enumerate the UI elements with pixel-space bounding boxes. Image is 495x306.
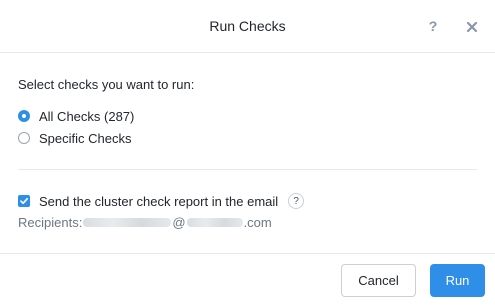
checks-prompt: Select checks you want to run: [18, 77, 195, 92]
run-checks-dialog: Run Checks ? Select checks you want to r… [0, 0, 495, 306]
radio-button-selected[interactable] [18, 110, 30, 122]
radio-specific-checks[interactable]: Specific Checks [18, 129, 131, 147]
close-button[interactable] [465, 20, 479, 34]
help-button[interactable]: ? [426, 18, 440, 34]
email-domain-suffix: .com [243, 215, 272, 230]
cancel-button[interactable]: Cancel [341, 264, 416, 297]
close-icon [466, 21, 478, 33]
radio-label-all-checks: All Checks (287) [39, 108, 135, 124]
email-info-button[interactable]: ? [288, 193, 305, 209]
dialog-title: Run Checks [209, 18, 286, 34]
radio-label-specific-checks: Specific Checks [39, 130, 132, 146]
section-divider [18, 169, 477, 170]
email-at-sign: @ [172, 215, 186, 230]
dialog-header: Run Checks ? [0, 0, 495, 53]
recipients-label: Recipients: [18, 215, 83, 230]
email-report-label[interactable]: Send the cluster check report in the ema… [39, 194, 278, 209]
recipients-line: Recipients: @ .com [18, 215, 272, 230]
checkmark-icon [20, 197, 29, 205]
redacted-email-domain [186, 218, 243, 227]
run-button[interactable]: Run [430, 264, 485, 297]
radio-all-checks[interactable]: All Checks (287) [18, 107, 134, 125]
redacted-email-user [83, 218, 172, 227]
email-report-option: Send the cluster check report in the ema… [18, 192, 305, 210]
footer-divider [0, 253, 495, 254]
radio-button-unselected[interactable] [18, 132, 30, 144]
email-report-checkbox[interactable] [18, 195, 30, 207]
